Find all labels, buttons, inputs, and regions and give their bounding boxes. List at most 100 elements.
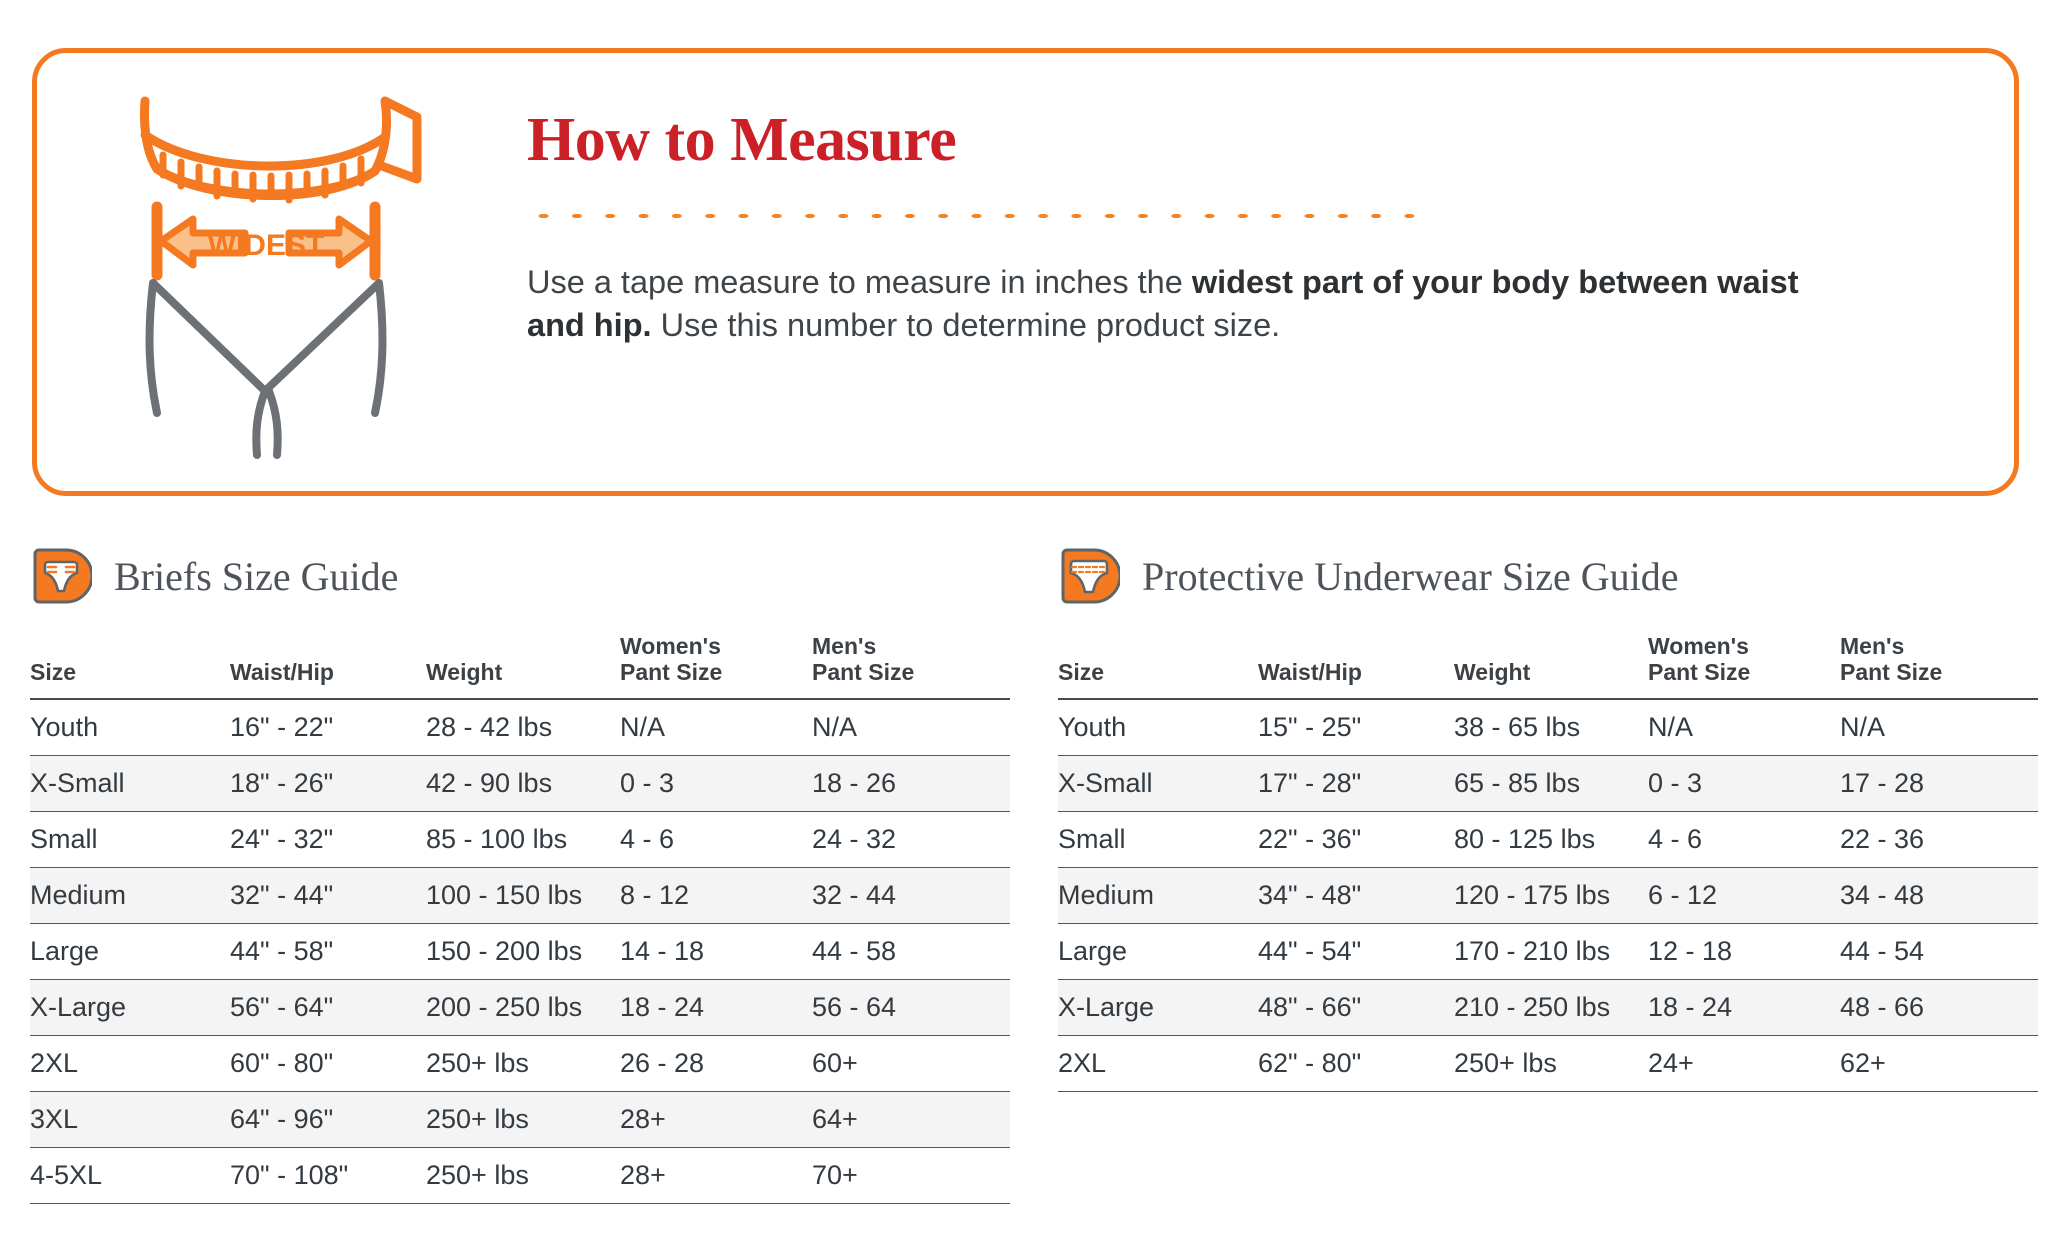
table-cell-size: 3XL <box>30 1091 230 1148</box>
table-cell-weight: 170 - 210 lbs <box>1454 923 1648 980</box>
table-cell-waist-hip: 15" - 25" <box>1258 698 1454 756</box>
table-header-row: Size Waist/Hip Weight Women's Pant Size … <box>1058 633 2038 700</box>
table-cell-men-s-pant-size: 22 - 36 <box>1840 811 2038 868</box>
table-row: Medium 32" - 44" 100 - 150 lbs 8 - 12 32 - 4… <box>30 867 1010 924</box>
column-header-mens-pant-size: Men's Pant Size <box>812 633 1010 700</box>
table-cell-size: 2XL <box>1058 1035 1258 1092</box>
table-cell-women-s-pant-size: 0 - 3 <box>1648 755 1840 812</box>
table-cell-women-s-pant-size: 24+ <box>1648 1035 1840 1092</box>
table-cell-waist-hip: 24" - 32" <box>230 811 426 868</box>
table-cell-weight: 85 - 100 lbs <box>426 811 620 868</box>
table-cell-waist-hip: 44" - 54" <box>1258 923 1454 980</box>
measure-content: How to Measure Use a tape measure to mea… <box>527 107 1957 379</box>
table-cell-men-s-pant-size: 56 - 64 <box>812 979 1010 1036</box>
table-cell-waist-hip: 48" - 66" <box>1258 979 1454 1036</box>
column-header-weight: Weight <box>1454 634 1648 700</box>
protective-underwear-icon <box>1058 545 1122 607</box>
table-cell-weight: 42 - 90 lbs <box>426 755 620 812</box>
table-cell-size: Medium <box>30 867 230 924</box>
table-header-row: Size Waist/Hip Weight Women's Pant Size … <box>30 633 1010 700</box>
table-row: X-Small 17" - 28" 65 - 85 lbs 0 - 3 17 - 28 <box>1058 755 2038 812</box>
table-cell-weight: 150 - 200 lbs <box>426 923 620 980</box>
table-row: X-Large 48" - 66" 210 - 250 lbs 18 - 24 48 -… <box>1058 979 2038 1036</box>
table-row: Large 44" - 54" 170 - 210 lbs 12 - 18 44 - 5… <box>1058 923 2038 980</box>
table-cell-weight: 65 - 85 lbs <box>1454 755 1648 812</box>
table-cell-waist-hip: 70" - 108" <box>230 1147 426 1204</box>
briefs-size-guide: Briefs Size Guide Size Waist/Hip Weight … <box>30 540 1010 1204</box>
table-cell-waist-hip: 60" - 80" <box>230 1035 426 1092</box>
table-cell-women-s-pant-size: 26 - 28 <box>620 1035 812 1092</box>
table-cell-weight: 38 - 65 lbs <box>1454 698 1648 756</box>
table-cell-weight: 250+ lbs <box>426 1035 620 1092</box>
column-header-womens-pant-size: Women's Pant Size <box>1648 633 1840 700</box>
column-header-womens-pant-size: Women's Pant Size <box>620 633 812 700</box>
table-cell-size: Large <box>1058 923 1258 980</box>
table-row: 3XL 64" - 96" 250+ lbs 28+ 64+ <box>30 1091 1010 1148</box>
measure-instructions: Use a tape measure to measure in inches … <box>527 261 1827 347</box>
table-cell-women-s-pant-size: N/A <box>1648 698 1840 756</box>
table-cell-men-s-pant-size: 48 - 66 <box>1840 979 2038 1036</box>
table-row: Small 24" - 32" 85 - 100 lbs 4 - 6 24 - 32 <box>30 811 1010 868</box>
table-cell-size: Large <box>30 923 230 980</box>
mens-line1: Men's <box>1840 633 1905 659</box>
table-cell-men-s-pant-size: 34 - 48 <box>1840 867 2038 924</box>
column-header-waist-hip: Waist/Hip <box>230 634 426 700</box>
column-header-weight: Weight <box>426 634 620 700</box>
protective-underwear-size-table: Size Waist/Hip Weight Women's Pant Size … <box>1058 633 2038 1092</box>
briefs-size-table: Size Waist/Hip Weight Women's Pant Size … <box>30 633 1010 1204</box>
table-cell-men-s-pant-size: 70+ <box>812 1147 1010 1204</box>
table-cell-men-s-pant-size: 44 - 58 <box>812 923 1010 980</box>
table-cell-size: 2XL <box>30 1035 230 1092</box>
briefs-guide-title: Briefs Size Guide <box>114 553 399 599</box>
measure-illustration: WIDEST <box>117 83 487 473</box>
table-cell-women-s-pant-size: 0 - 3 <box>620 755 812 812</box>
protective-underwear-size-guide: Protective Underwear Size Guide Size Wai… <box>1058 540 2038 1092</box>
womens-line1: Women's <box>1648 633 1749 659</box>
column-header-waist-hip: Waist/Hip <box>1258 634 1454 700</box>
table-cell-men-s-pant-size: N/A <box>812 698 1010 756</box>
table-row: 4-5XL 70" - 108" 250+ lbs 28+ 70+ <box>30 1147 1010 1204</box>
table-cell-size: Youth <box>30 698 230 756</box>
table-cell-men-s-pant-size: N/A <box>1840 698 2038 756</box>
table-cell-size: X-Small <box>30 755 230 812</box>
womens-line2: Pant Size <box>620 658 723 685</box>
table-cell-waist-hip: 62" - 80" <box>1258 1035 1454 1092</box>
protective-underwear-table-body: Youth 15" - 25" 38 - 65 lbs N/A N/A X-Small 17… <box>1058 698 2038 1092</box>
table-cell-weight: 80 - 125 lbs <box>1454 811 1648 868</box>
table-cell-women-s-pant-size: 28+ <box>620 1091 812 1148</box>
table-cell-waist-hip: 56" - 64" <box>230 979 426 1036</box>
table-cell-men-s-pant-size: 32 - 44 <box>812 867 1010 924</box>
brief-icon <box>30 545 94 607</box>
column-header-size: Size <box>1058 634 1258 700</box>
protective-underwear-guide-title: Protective Underwear Size Guide <box>1142 553 1679 599</box>
table-cell-waist-hip: 44" - 58" <box>230 923 426 980</box>
table-cell-women-s-pant-size: 4 - 6 <box>620 811 812 868</box>
table-cell-waist-hip: 64" - 96" <box>230 1091 426 1148</box>
womens-line1: Women's <box>620 633 721 659</box>
widest-label: WIDEST <box>208 229 325 262</box>
table-row: X-Small 18" - 26" 42 - 90 lbs 0 - 3 18 - 26 <box>30 755 1010 812</box>
mens-line1: Men's <box>812 633 877 659</box>
table-cell-men-s-pant-size: 24 - 32 <box>812 811 1010 868</box>
mens-line2: Pant Size <box>812 658 915 685</box>
table-cell-weight: 200 - 250 lbs <box>426 979 620 1036</box>
table-cell-weight: 210 - 250 lbs <box>1454 979 1648 1036</box>
column-header-mens-pant-size: Men's Pant Size <box>1840 633 2038 700</box>
table-cell-weight: 100 - 150 lbs <box>426 867 620 924</box>
table-row: Small 22" - 36" 80 - 125 lbs 4 - 6 22 - 36 <box>1058 811 2038 868</box>
table-cell-weight: 250+ lbs <box>426 1091 620 1148</box>
table-row: Youth 15" - 25" 38 - 65 lbs N/A N/A <box>1058 698 2038 756</box>
table-cell-weight: 250+ lbs <box>1454 1035 1648 1092</box>
womens-line2: Pant Size <box>1648 658 1751 685</box>
table-row: X-Large 56" - 64" 200 - 250 lbs 18 - 24 56 -… <box>30 979 1010 1036</box>
table-row: Medium 34" - 48" 120 - 175 lbs 6 - 12 34 - 4… <box>1058 867 2038 924</box>
table-cell-size: Small <box>1058 811 1258 868</box>
table-cell-size: Small <box>30 811 230 868</box>
table-cell-waist-hip: 17" - 28" <box>1258 755 1454 812</box>
table-cell-women-s-pant-size: 12 - 18 <box>1648 923 1840 980</box>
table-cell-men-s-pant-size: 62+ <box>1840 1035 2038 1092</box>
table-row: Youth 16" - 22" 28 - 42 lbs N/A N/A <box>30 698 1010 756</box>
measure-instructions-lead: Use a tape measure to measure in inches … <box>527 264 1192 301</box>
table-cell-waist-hip: 22" - 36" <box>1258 811 1454 868</box>
table-cell-size: Youth <box>1058 698 1258 756</box>
